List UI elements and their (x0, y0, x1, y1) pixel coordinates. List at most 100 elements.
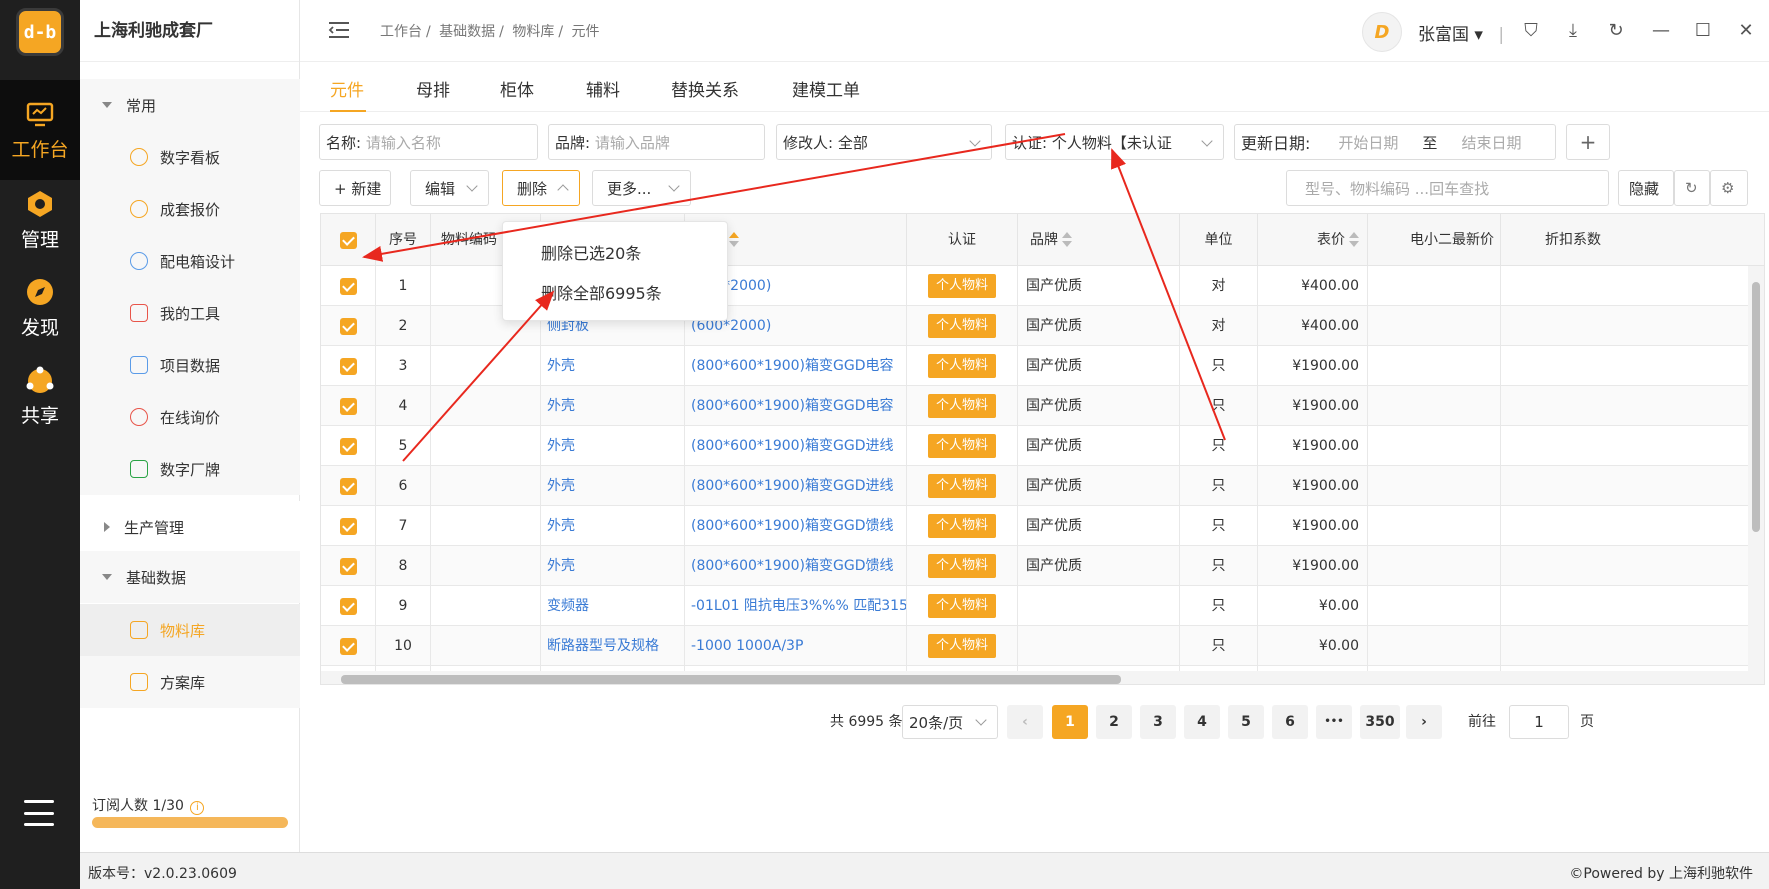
material-name-link[interactable]: 外壳 (547, 438, 575, 454)
material-name-link[interactable]: 外壳 (547, 478, 575, 494)
tab-busbar[interactable]: 母排 (416, 76, 450, 101)
row-checkbox[interactable] (339, 357, 357, 375)
col-header-brand[interactable]: 品牌 (1018, 214, 1180, 266)
table-row[interactable]: 3 外壳 (800*600*1900)箱变GGD电容 个人物料 国产优质只 ¥1900.0… (321, 346, 1764, 386)
edit-button[interactable]: 编辑 (410, 170, 489, 206)
page-button[interactable]: 5 (1228, 705, 1264, 739)
refresh-icon[interactable]: ↻ (1605, 20, 1627, 42)
row-checkbox[interactable] (339, 557, 357, 575)
settings-gear-icon[interactable]: ⚙ (1710, 170, 1748, 206)
sidebar-item-scheme-library[interactable]: 方案库 (80, 656, 300, 708)
row-checkbox[interactable] (339, 317, 357, 335)
vertical-scrollbar[interactable] (1748, 266, 1764, 684)
user-menu[interactable]: 张富国 ▾ | (1418, 20, 1504, 45)
model-link[interactable]: -1000 1000A/3P (691, 638, 803, 654)
shirt-icon[interactable]: ⛉ (1520, 20, 1542, 42)
sort-icon[interactable] (1062, 232, 1072, 248)
page-ellipsis[interactable]: ••• (1316, 705, 1352, 739)
goto-page-input[interactable]: 1 (1509, 705, 1569, 739)
close-icon[interactable]: ✕ (1735, 20, 1757, 42)
sidebar-group-production[interactable]: 生产管理 (80, 501, 300, 553)
avatar[interactable]: D (1362, 12, 1402, 52)
horizontal-scrollbar[interactable] (321, 671, 1764, 684)
select-all-checkbox[interactable] (339, 231, 357, 249)
tab-modeling-order[interactable]: 建模工单 (792, 76, 860, 101)
next-page-button[interactable]: › (1406, 705, 1442, 739)
breadcrumb-item[interactable]: 物料库 (512, 24, 554, 40)
page-button[interactable]: 4 (1184, 705, 1220, 739)
model-link[interactable]: (800*600*1900)箱变GGD进线 (691, 438, 893, 454)
page-button[interactable]: 1 (1052, 705, 1088, 739)
hide-columns-button[interactable]: 隐藏 (1618, 170, 1674, 206)
refresh-icon[interactable]: ↻ (1674, 170, 1710, 206)
collapse-menu-icon[interactable] (328, 21, 350, 39)
tab-replacement[interactable]: 替换关系 (671, 76, 739, 101)
update-date-range[interactable]: 更新日期: 开始日期 至 结束日期 (1234, 124, 1556, 160)
sidebar-item-material-library[interactable]: 物料库 (80, 604, 300, 656)
page-button[interactable]: 350 (1360, 705, 1400, 739)
page-button[interactable]: 6 (1272, 705, 1308, 739)
model-link[interactable]: (800*600*1900)箱变GGD馈线 (691, 558, 893, 574)
sidebar-item-distribution-box[interactable]: 配电箱设计 (80, 235, 300, 287)
delete-all-item[interactable]: 删除全部6995条 (541, 280, 662, 304)
row-checkbox[interactable] (339, 477, 357, 495)
rail-item-workbench[interactable]: 工作台 (0, 80, 80, 180)
scrollbar-thumb[interactable] (341, 675, 1121, 684)
search-input[interactable]: 型号、物料编码 ...回车查找 (1286, 170, 1609, 206)
add-filter-button[interactable]: + (1566, 124, 1610, 160)
sort-icon[interactable] (729, 232, 739, 248)
page-button[interactable]: 3 (1140, 705, 1176, 739)
material-name-link[interactable]: 外壳 (547, 558, 575, 574)
delete-button[interactable]: 删除 (502, 170, 580, 206)
material-name-link[interactable]: 变频器 (547, 598, 589, 614)
row-checkbox[interactable] (339, 517, 357, 535)
name-filter[interactable]: 名称: 请输入名称 (319, 124, 538, 160)
page-size-select[interactable]: 20条/页 (902, 705, 998, 739)
minimize-icon[interactable]: — (1650, 20, 1672, 42)
tab-cabinet[interactable]: 柜体 (500, 76, 534, 101)
download-icon[interactable]: ⤓ (1562, 20, 1584, 42)
maximize-icon[interactable]: ☐ (1692, 20, 1714, 42)
sort-icon[interactable] (1349, 232, 1359, 248)
sidebar-item-project-data[interactable]: 项目数据 (80, 339, 300, 391)
row-checkbox[interactable] (339, 637, 357, 655)
more-button[interactable]: 更多... (592, 170, 691, 206)
end-date-input[interactable]: 结束日期 (1461, 132, 1521, 153)
row-checkbox[interactable] (339, 397, 357, 415)
model-link[interactable]: (800*600*1900)箱变GGD进线 (691, 478, 893, 494)
material-name-link[interactable]: 外壳 (547, 398, 575, 414)
table-row[interactable]: 10 断路器型号及规格 -1000 1000A/3P 个人物料 只 ¥0.00 (321, 626, 1764, 666)
material-name-link[interactable]: 外壳 (547, 518, 575, 534)
modifier-select[interactable]: 修改人: 全部 (776, 124, 992, 160)
table-row[interactable]: 5 外壳 (800*600*1900)箱变GGD进线 个人物料 国产优质只 ¥1900.0… (321, 426, 1764, 466)
col-header-price[interactable]: 表价 (1258, 214, 1368, 266)
table-row[interactable]: 8 外壳 (800*600*1900)箱变GGD馈线 个人物料 国产优质只 ¥1900.0… (321, 546, 1764, 586)
sidebar-item-dashboard[interactable]: 数字看板 (80, 131, 300, 183)
model-link[interactable]: (800*600*1900)箱变GGD馈线 (691, 518, 893, 534)
row-checkbox[interactable] (339, 597, 357, 615)
model-link[interactable]: -01L01 阻抗电压3%%% 匹配315k... (691, 598, 906, 614)
breadcrumb-item[interactable]: 基础数据 (439, 24, 495, 40)
sidebar-item-my-tools[interactable]: 我的工具 (80, 287, 300, 339)
rail-item-share[interactable]: 共享 (0, 346, 80, 446)
sidebar-item-inquiry[interactable]: 在线询价 (80, 391, 300, 443)
model-link[interactable]: (800*600*1900)箱变GGD电容 (691, 398, 893, 414)
row-checkbox[interactable] (339, 277, 357, 295)
sidebar-group-common[interactable]: 常用 (80, 79, 300, 131)
sidebar-group-basic-data[interactable]: 基础数据 (80, 551, 300, 603)
sidebar-item-digital-brand[interactable]: 数字厂牌 (80, 443, 300, 495)
model-link[interactable]: (800*600*1900)箱变GGD电容 (691, 358, 893, 374)
new-button[interactable]: + 新建 (319, 170, 391, 206)
table-row[interactable]: 4 外壳 (800*600*1900)箱变GGD电容 个人物料 国产优质只 ¥1900.0… (321, 386, 1764, 426)
tab-components[interactable]: 元件 (330, 76, 364, 101)
rail-item-manage[interactable]: 管理 (0, 170, 80, 270)
sidebar-item-quote[interactable]: 成套报价 (80, 183, 300, 235)
delete-selected-item[interactable]: 删除已选20条 (541, 240, 641, 264)
table-row[interactable]: 9 变频器 -01L01 阻抗电压3%%% 匹配315k... 个人物料 只 ¥0.00 (321, 586, 1764, 626)
page-button[interactable]: 2 (1096, 705, 1132, 739)
hamburger-menu-icon[interactable] (24, 800, 54, 826)
certification-select[interactable]: 认证: 个人物料【未认证 (1005, 124, 1224, 160)
scrollbar-thumb[interactable] (1752, 282, 1760, 532)
row-checkbox[interactable] (339, 437, 357, 455)
material-name-link[interactable]: 外壳 (547, 358, 575, 374)
